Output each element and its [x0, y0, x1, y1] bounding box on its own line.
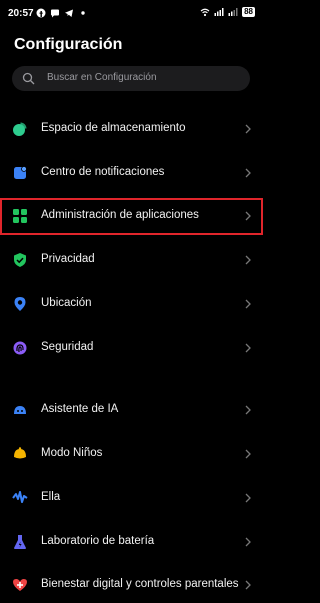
- telegram-icon: [65, 9, 73, 17]
- settings-item-ai-assistant[interactable]: Asistente de IA: [0, 392, 263, 428]
- search-icon: [22, 72, 35, 85]
- chevron-right-icon: [245, 299, 251, 309]
- chevron-right-icon: [245, 580, 251, 590]
- battery-lab-icon: [14, 535, 26, 549]
- apps-grid-icon: [13, 209, 27, 223]
- battery-level: 88: [242, 7, 255, 17]
- settings-item-ella[interactable]: Ella: [0, 480, 263, 516]
- settings-item-notifications[interactable]: Centro de notificaciones: [0, 155, 263, 191]
- settings-item-label: Centro de notificaciones: [41, 166, 165, 178]
- settings-item-kids-mode[interactable]: Modo Niños: [0, 436, 263, 472]
- settings-item-label: Espacio de almacenamiento: [41, 122, 186, 134]
- settings-item-privacy[interactable]: Privacidad: [0, 242, 263, 278]
- settings-item-label: Asistente de IA: [41, 403, 119, 415]
- chevron-right-icon: [245, 449, 251, 459]
- search-input[interactable]: Buscar en Configuración: [12, 66, 250, 91]
- notification-dot-icon: [81, 11, 85, 15]
- chevron-right-icon: [245, 211, 251, 221]
- settings-item-label: Ubicación: [41, 297, 92, 309]
- settings-item-location[interactable]: Ubicación: [0, 286, 263, 322]
- page-title: Configuración: [14, 36, 123, 53]
- chevron-right-icon: [245, 405, 251, 415]
- settings-item-app-management[interactable]: Administración de aplicaciones: [0, 198, 263, 235]
- signal-icon: [214, 8, 224, 16]
- settings-item-digital-wellbeing[interactable]: Bienestar digital y controles parentales: [0, 567, 263, 603]
- status-bar: 20:57 88: [0, 0, 263, 26]
- signal-icon-2: [228, 8, 238, 16]
- search-placeholder: Buscar en Configuración: [47, 72, 157, 83]
- message-icon: [51, 9, 59, 18]
- settings-item-label: Ella: [41, 491, 61, 503]
- notification-icon: [14, 166, 27, 179]
- chevron-right-icon: [245, 537, 251, 547]
- status-time: 20:57: [8, 8, 34, 19]
- settings-item-security[interactable]: Seguridad: [0, 330, 263, 366]
- chevron-right-icon: [245, 168, 251, 178]
- ella-icon: [12, 491, 28, 503]
- kids-mode-icon: [14, 447, 26, 459]
- storage-pie-icon: [13, 122, 27, 136]
- settings-item-label: Laboratorio de batería: [41, 535, 155, 547]
- settings-item-label: Administración de aplicaciones: [41, 209, 199, 221]
- settings-item-storage[interactable]: Espacio de almacenamiento: [0, 111, 263, 147]
- ai-assistant-icon: [14, 406, 26, 414]
- fingerprint-icon: [13, 341, 27, 355]
- settings-item-label: Privacidad: [41, 253, 95, 265]
- chevron-right-icon: [245, 493, 251, 503]
- settings-item-battery-lab[interactable]: Laboratorio de batería: [0, 524, 263, 560]
- location-pin-icon: [14, 297, 26, 311]
- wellbeing-heart-icon: [13, 579, 27, 591]
- settings-item-label: Bienestar digital y controles parentales: [41, 578, 239, 590]
- chevron-right-icon: [245, 343, 251, 353]
- settings-item-label: Modo Niños: [41, 447, 103, 459]
- chevron-right-icon: [245, 255, 251, 265]
- settings-item-label: Seguridad: [41, 341, 94, 353]
- facebook-icon: [36, 8, 46, 18]
- shield-check-icon: [14, 253, 26, 267]
- chevron-right-icon: [245, 124, 251, 134]
- wifi-icon: [200, 8, 210, 17]
